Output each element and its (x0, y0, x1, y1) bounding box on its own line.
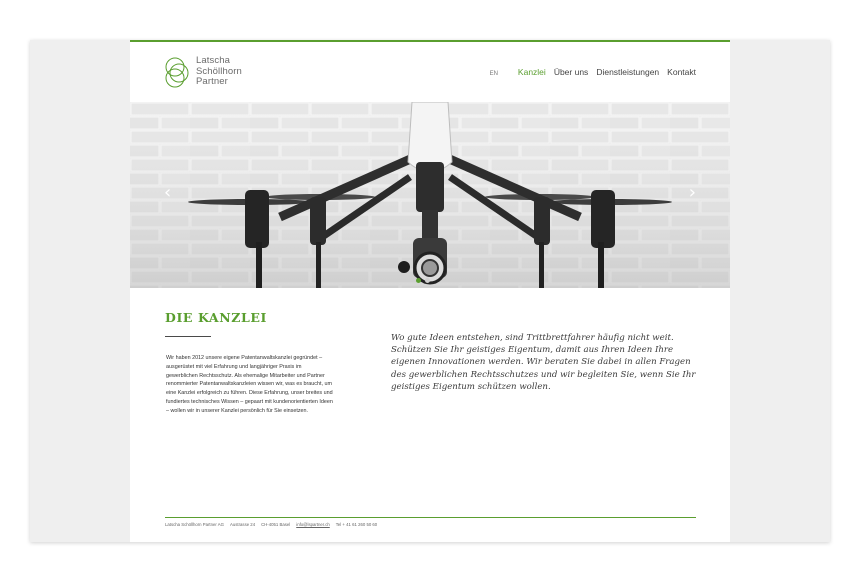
web-page: Latscha Schöllhorn Partner EN Kanzlei Üb… (130, 40, 730, 542)
site-footer: Latscha Schöllhorn Partner AG Austrasse … (165, 522, 377, 527)
slider-prev-button[interactable]: ‹ (164, 184, 171, 202)
title-underline (165, 336, 211, 337)
chevron-left-icon: ‹ (164, 182, 172, 203)
footer-company: Latscha Schöllhorn Partner AG (165, 522, 224, 527)
slider-next-button[interactable]: › (689, 184, 696, 202)
footer-phone: Tel + 41 61 260 50 60 (335, 522, 378, 527)
footer-divider (165, 517, 696, 518)
nav-item-kanzlei[interactable]: Kanzlei (518, 67, 546, 77)
chevron-right-icon: › (688, 182, 696, 203)
slider-dots (416, 278, 430, 283)
nav-item-kontakt[interactable]: Kontakt (667, 67, 696, 77)
logo-rings-icon (165, 57, 189, 88)
intro-paragraph: Wir haben 2012 unsere eigene Patentanwal… (166, 355, 333, 414)
language-switch-en[interactable]: EN (490, 71, 498, 77)
lead-quote: Wo gute Ideen entstehen, sind Trittbrett… (391, 333, 696, 392)
nav-item-ueber-uns[interactable]: Über uns (554, 67, 589, 77)
site-header: Latscha Schöllhorn Partner EN Kanzlei Üb… (130, 42, 730, 102)
hero-slider: ‹ › (130, 102, 730, 288)
footer-email-link[interactable]: info@lspartner.ch (296, 522, 330, 527)
footer-city: CH-4051 Basel (261, 522, 291, 527)
logo-wordmark: Latscha Schöllhorn Partner (196, 56, 242, 88)
slider-dot[interactable] (425, 278, 430, 283)
logo[interactable]: Latscha Schöllhorn Partner (164, 55, 242, 89)
nav-item-dienstleistungen[interactable]: Dienstleistungen (596, 67, 659, 77)
page-title: DIE KANZLEI (165, 310, 267, 325)
footer-street: Austrasse 24 (230, 522, 256, 527)
logo-line-3: Partner (196, 76, 228, 88)
slider-dot[interactable] (416, 278, 421, 283)
drone-photo (130, 102, 730, 288)
main-nav: EN Kanzlei Über uns Dienstleistungen Kon… (482, 67, 696, 77)
